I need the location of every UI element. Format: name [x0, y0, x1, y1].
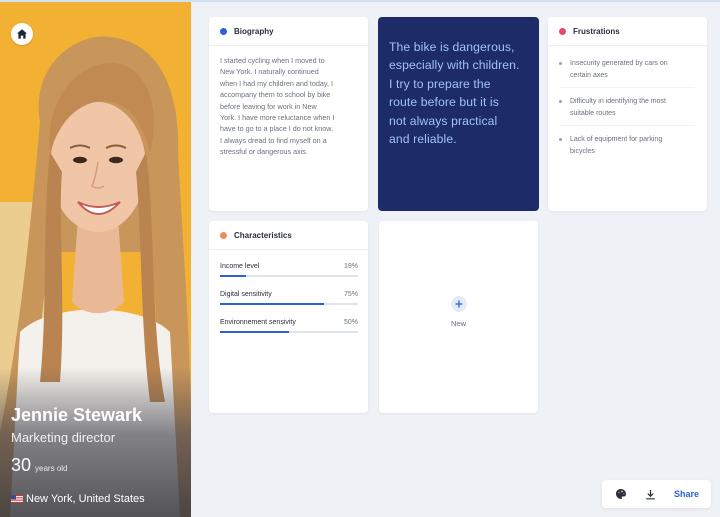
location-text: New York, United States — [26, 493, 145, 505]
characteristics-card: Characteristics Income level 19% Digital… — [209, 221, 368, 413]
biography-line: New York. I naturally continued — [220, 67, 319, 77]
quote-line: not always practical — [389, 113, 498, 128]
biography-text: I started cycling when I moved to New Yo… — [209, 46, 368, 158]
list-item: Insecurity generated by cars on certain … — [559, 58, 695, 88]
quote-line: and reliable. — [389, 132, 457, 147]
frustration-line: Lack of equipment for parking — [570, 136, 663, 143]
biography-line: I always dread to find myself on a — [220, 135, 327, 145]
biography-dot — [220, 27, 227, 35]
characteristics-title: Characteristics — [234, 230, 292, 240]
biography-line: I started cycling when I moved to — [220, 56, 325, 65]
quote-line: especially with children. — [389, 58, 520, 73]
characteristic-percent: 19% — [343, 263, 358, 270]
biography-card: Biography I started cycling when I moved… — [209, 17, 368, 211]
frustration-line: Insecurity generated by cars on — [570, 60, 668, 67]
quote-line: The bike is dangerous, — [389, 40, 515, 54]
characteristic-track — [220, 275, 358, 277]
characteristic-bar — [220, 275, 247, 277]
profile-panel: Jennie Stewark Marketing director 30 year… — [0, 2, 191, 517]
profile-age: 30 years old — [11, 455, 68, 476]
characteristics-dot — [220, 231, 227, 239]
frustrations-list: Insecurity generated by cars on certain … — [548, 46, 707, 163]
characteristic-label: Environnement sensivity — [220, 319, 296, 326]
biography-line: accompany them to school by bike — [220, 90, 331, 100]
frustration-line: suitable routes — [570, 109, 616, 117]
download-icon — [646, 489, 655, 499]
characteristics-header: Characteristics — [209, 221, 368, 250]
new-card-button[interactable]: New — [379, 221, 538, 413]
new-label: New — [450, 319, 466, 328]
bullet-icon — [559, 100, 562, 103]
characteristic-track — [220, 331, 358, 333]
frustrations-header: Frustrations — [548, 17, 707, 46]
frustrations-dot — [559, 27, 566, 35]
characteristic-row: Environnement sensivity 50% — [220, 319, 358, 333]
list-item: Lack of equipment for parking bicycles — [559, 134, 695, 163]
profile-location: New York, United States — [11, 493, 145, 505]
characteristics-list: Income level 19% Digital sensitivity 75%… — [209, 250, 368, 333]
biography-header: Biography — [209, 17, 368, 46]
quote-card: The bike is dangerous, especially with c… — [378, 17, 539, 211]
palette-button[interactable] — [615, 488, 627, 500]
characteristic-label: Digital sensitivity — [220, 291, 272, 298]
characteristic-row: Income level 19% — [220, 263, 358, 277]
plus-icon — [455, 300, 462, 308]
characteristic-row: Digital sensitivity 75% — [220, 291, 358, 305]
profile-role: Marketing director — [11, 430, 116, 445]
frustrations-card: Frustrations Insecurity generated by car… — [548, 17, 707, 211]
characteristic-track — [220, 303, 358, 305]
us-flag-icon — [11, 495, 23, 503]
frustration-line: certain axes — [570, 71, 608, 79]
biography-line: when I had my children and today, I — [220, 78, 333, 88]
home-icon — [17, 29, 27, 39]
share-button[interactable]: Share — [674, 489, 699, 499]
frustration-line: Difficulty in identifying the most — [570, 98, 666, 105]
list-item: Difficulty in identifying the most suita… — [559, 96, 695, 126]
frustrations-title: Frustrations — [573, 26, 620, 36]
characteristic-bar — [220, 331, 289, 333]
biography-line: York. I have more reluctance when I — [220, 113, 335, 123]
age-unit: years old — [35, 464, 68, 473]
quote-line: I try to prepare the — [389, 76, 491, 91]
biography-line: stressful or dangerous axis. — [220, 147, 308, 157]
bottom-toolbar: Share — [602, 480, 711, 508]
download-button[interactable] — [645, 489, 656, 500]
characteristic-label: Income level — [220, 263, 260, 270]
palette-icon — [616, 489, 626, 499]
quote-text: The bike is dangerous, especially with c… — [378, 17, 539, 148]
age-value: 30 — [11, 455, 32, 475]
quote-line: route before but it is — [389, 95, 499, 110]
bullet-icon — [559, 62, 562, 65]
frustration-line: bicycles — [570, 147, 595, 155]
biography-line: before leaving for work in New — [220, 101, 317, 111]
characteristic-percent: 50% — [343, 319, 358, 326]
bullet-icon — [559, 138, 562, 141]
characteristic-bar — [220, 303, 324, 305]
biography-title: Biography — [234, 26, 274, 36]
home-button[interactable] — [11, 23, 33, 45]
profile-name: Jennie Stewark — [11, 405, 143, 425]
add-button[interactable] — [450, 296, 467, 312]
biography-line: have to go to a place I do not know. — [220, 124, 334, 134]
characteristic-percent: 75% — [343, 291, 358, 298]
